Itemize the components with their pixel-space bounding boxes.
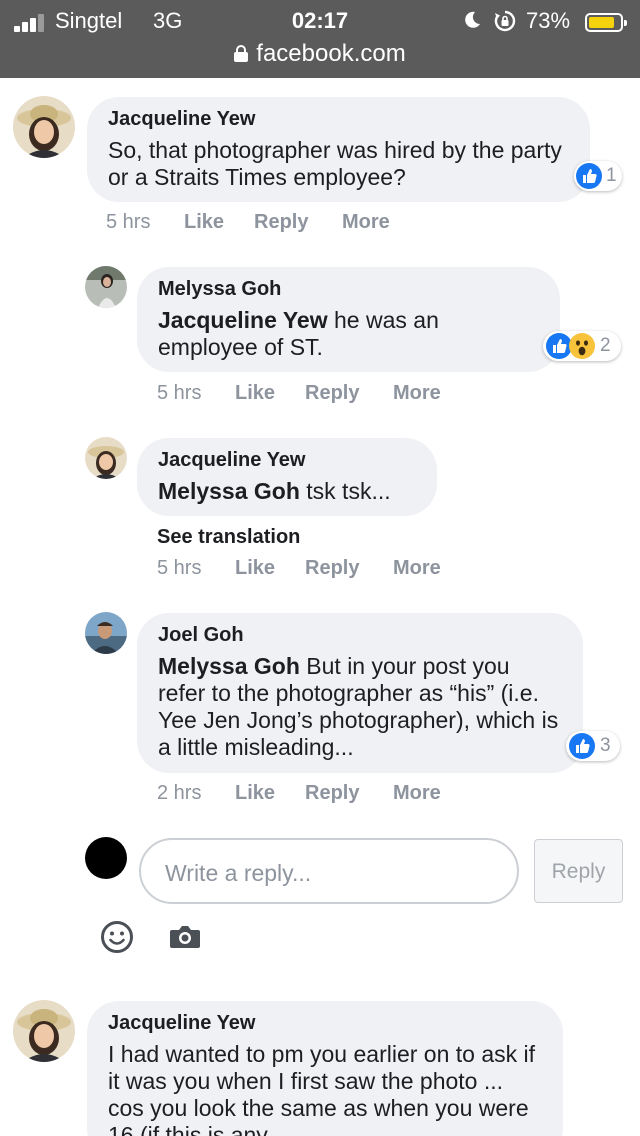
more-button[interactable]: More xyxy=(393,782,441,805)
reaction-count: 1 xyxy=(606,165,617,186)
comment-author[interactable]: Joel Goh xyxy=(158,623,563,647)
avatar-melyssa-goh[interactable] xyxy=(85,266,127,308)
comment-bubble: Melyssa Goh Jacqueline Yew he was an emp… xyxy=(137,267,560,372)
moon-icon xyxy=(465,11,480,28)
comment-author[interactable]: Melyssa Goh xyxy=(158,277,540,301)
avatar-jacqueline-yew[interactable] xyxy=(13,1000,75,1062)
more-button[interactable]: More xyxy=(393,557,441,580)
comment-actions: 5 hrs Like Reply More xyxy=(106,211,426,235)
comment-actions: 2 hrs Like Reply More xyxy=(157,782,477,806)
wow-reaction-icon xyxy=(569,333,595,359)
comment-time[interactable]: 5 hrs xyxy=(106,211,150,234)
comment-actions: 5 hrs Like Reply More xyxy=(157,382,477,406)
status-bar: Singtel 3G 02:17 73% facebook.com xyxy=(0,0,640,78)
reaction-summary[interactable]: 1 xyxy=(574,161,622,191)
battery-percent: 73% xyxy=(526,8,571,33)
avatar-joel-goh[interactable] xyxy=(85,612,127,654)
comment-author[interactable]: Jacqueline Yew xyxy=(158,448,417,472)
comment-bubble: Jacqueline Yew I had wanted to pm you ea… xyxy=(87,1001,563,1136)
camera-icon[interactable] xyxy=(169,922,201,952)
comment-body: tsk tsk... xyxy=(299,478,391,504)
comment-time[interactable]: 5 hrs xyxy=(157,382,201,405)
like-reaction-icon xyxy=(576,163,602,189)
like-reaction-icon xyxy=(569,733,595,759)
reaction-count: 2 xyxy=(600,335,611,356)
comment-text: Melyssa Goh tsk tsk... xyxy=(158,478,417,505)
comment-time[interactable]: 5 hrs xyxy=(157,557,201,580)
reaction-summary[interactable]: 2 xyxy=(543,331,621,361)
emoji-icon[interactable] xyxy=(100,920,134,954)
comment-author[interactable]: Jacqueline Yew xyxy=(108,1011,543,1035)
avatar-jacqueline-yew[interactable] xyxy=(13,96,75,158)
reply-button[interactable]: Reply xyxy=(305,782,359,805)
like-button[interactable]: Like xyxy=(235,557,275,580)
comment-actions: 5 hrs Like Reply More xyxy=(157,557,477,581)
comment-text: So, that photographer was hired by the p… xyxy=(108,137,562,190)
comment-bubble: Jacqueline Yew Melyssa Goh tsk tsk... xyxy=(137,438,437,516)
reply-button[interactable]: Reply xyxy=(254,211,308,234)
comment-text: Jacqueline Yew he was an employee of ST. xyxy=(158,307,540,361)
reply-input[interactable]: Write a reply... xyxy=(139,838,519,904)
mention-tag[interactable]: Melyssa Goh xyxy=(158,478,300,504)
comment-text: I had wanted to pm you earlier on to ask… xyxy=(108,1041,536,1136)
lock-icon xyxy=(234,45,249,62)
url-text: facebook.com xyxy=(256,40,406,67)
like-button[interactable]: Like xyxy=(184,211,224,234)
comment-bubble: Joel Goh Melyssa Goh But in your post yo… xyxy=(137,613,583,773)
current-user-avatar xyxy=(85,837,127,879)
comment-bubble: Jacqueline Yew So, that photographer was… xyxy=(87,97,590,202)
mention-tag[interactable]: Melyssa Goh xyxy=(158,653,300,679)
mention-tag[interactable]: Jacqueline Yew xyxy=(158,307,328,333)
reply-button[interactable]: Reply xyxy=(305,382,359,405)
reply-submit-button[interactable]: Reply xyxy=(534,839,623,903)
more-button[interactable]: More xyxy=(393,382,441,405)
like-button[interactable]: Like xyxy=(235,382,275,405)
battery-icon xyxy=(585,13,627,32)
address-bar[interactable]: facebook.com xyxy=(0,40,640,68)
reaction-count: 3 xyxy=(600,735,611,756)
reply-button[interactable]: Reply xyxy=(305,557,359,580)
rotation-lock-icon xyxy=(494,10,516,32)
reaction-summary[interactable]: 3 xyxy=(566,731,620,761)
avatar-jacqueline-yew[interactable] xyxy=(85,437,127,479)
comment-time[interactable]: 2 hrs xyxy=(157,782,201,805)
like-button[interactable]: Like xyxy=(235,782,275,805)
more-button[interactable]: More xyxy=(342,211,390,234)
comment-author[interactable]: Jacqueline Yew xyxy=(108,107,570,131)
see-translation-link[interactable]: See translation xyxy=(157,526,300,549)
comment-text: Melyssa Goh But in your post you refer t… xyxy=(158,653,563,761)
